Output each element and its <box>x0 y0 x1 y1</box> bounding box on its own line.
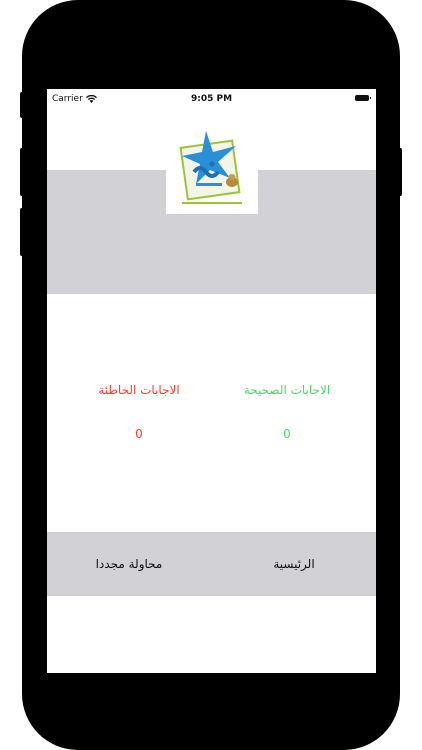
correct-answers-column: الاجابات الصحيحة 0 <box>212 383 362 441</box>
status-time: 9:05 PM <box>190 94 233 104</box>
status-bar: Carrier 9:05 PM <box>47 89 376 109</box>
wrong-answers-count: 0 <box>135 427 143 441</box>
correct-answers-count: 0 <box>283 427 291 441</box>
wrong-answers-column: الاجابات الخاطئة 0 <box>64 383 214 441</box>
power-button <box>398 148 402 196</box>
volume-up-button <box>20 148 24 196</box>
correct-answers-label: الاجابات الصحيحة <box>243 383 331 397</box>
logo-image <box>179 131 242 204</box>
footer-actions: محاولة مجددا الرئيسية <box>47 532 376 596</box>
retry-button[interactable]: محاولة مجددا <box>47 532 211 596</box>
volume-down-button <box>20 208 24 256</box>
app-logo <box>166 126 258 214</box>
wrong-answers-label: الاجابات الخاطئة <box>98 383 180 397</box>
battery-icon <box>355 95 371 101</box>
mute-switch <box>20 92 24 118</box>
app-screen: Carrier 9:05 PM الاجابات الصحيحة 0 الاجا… <box>47 89 376 673</box>
home-button[interactable]: الرئيسية <box>212 532 376 596</box>
